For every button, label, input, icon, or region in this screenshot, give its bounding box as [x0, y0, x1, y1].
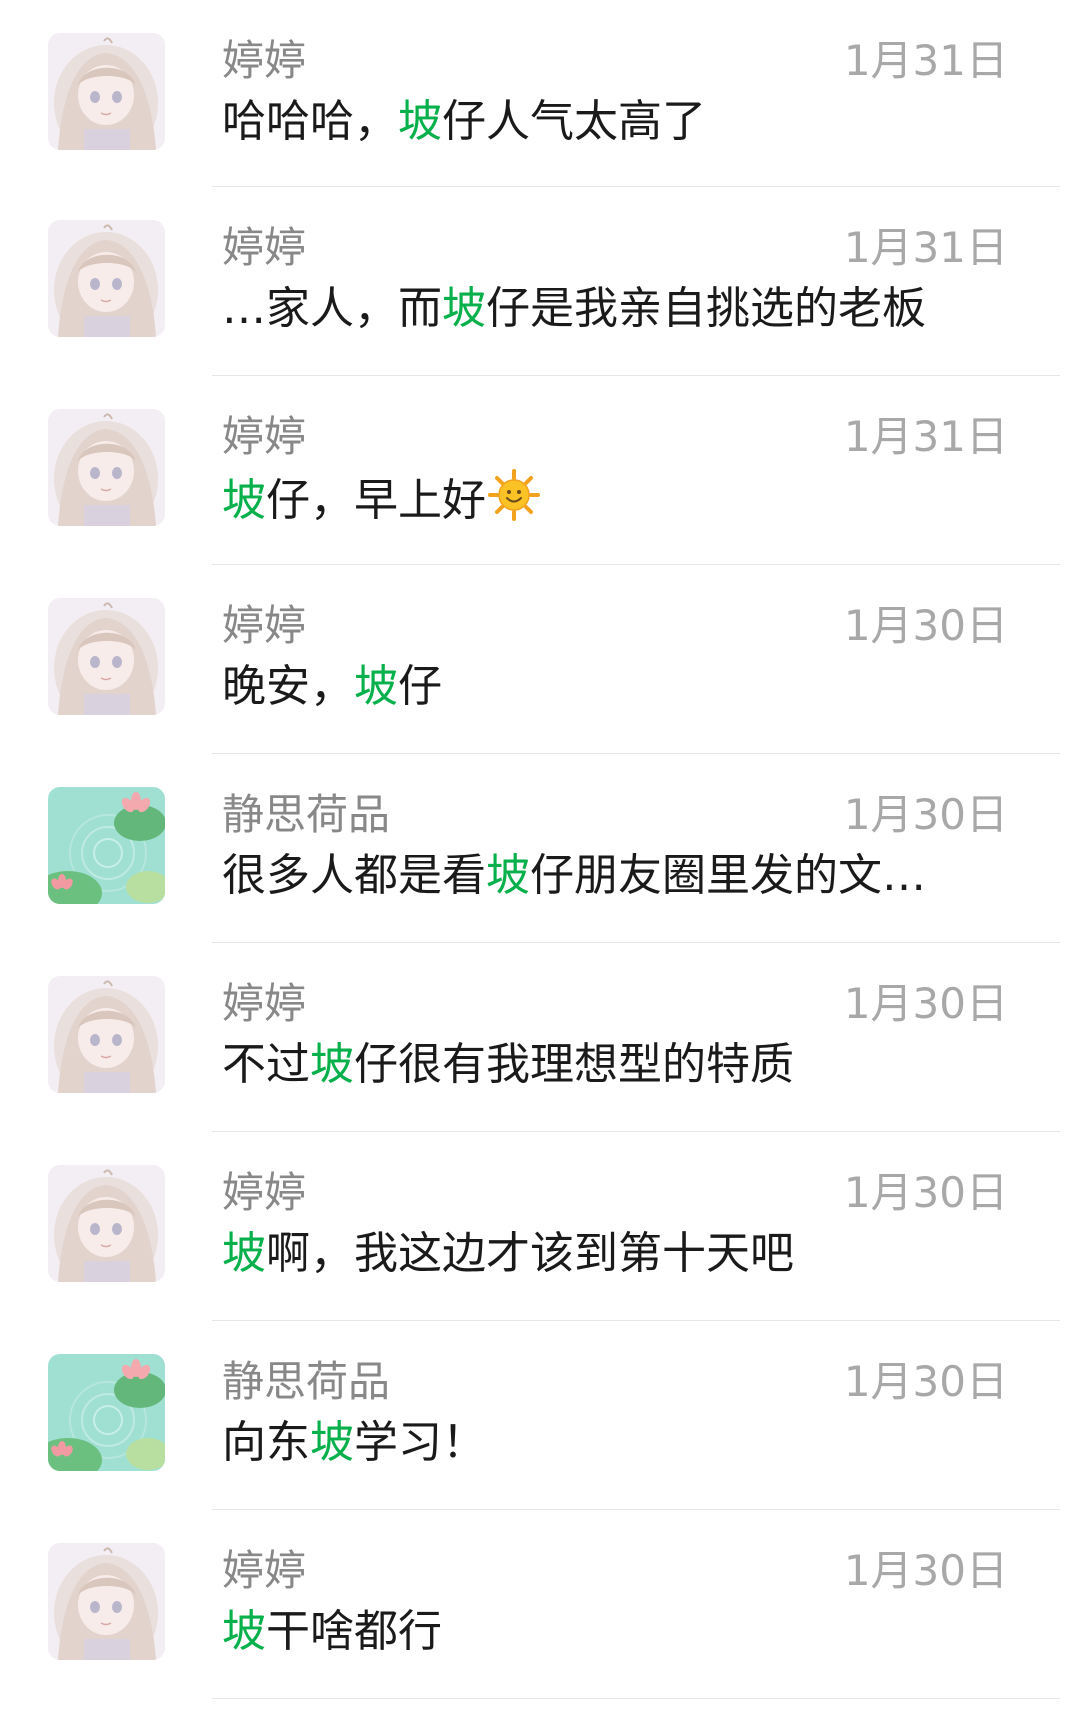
- snippet-text-after: 仔，早上好: [266, 475, 486, 526]
- message-date: 1月30日: [843, 1357, 1008, 1406]
- message-snippet: …家人，而坡仔是我亲自挑选的老板: [222, 280, 926, 338]
- sender-name: 静思荷品: [222, 790, 391, 839]
- snippet-text-before: 向东: [222, 1417, 310, 1468]
- chat-result-row[interactable]: 婷婷 1月31日 …家人，而坡仔是我亲自挑选的老板: [0, 187, 1080, 376]
- snippet-text-before: 不过: [222, 1039, 310, 1090]
- search-keyword-highlight: 坡: [398, 96, 442, 147]
- snippet-text-after: 学习！: [354, 1417, 486, 1468]
- search-keyword-highlight: 坡: [354, 661, 398, 712]
- snippet-text-after: 干啥都行: [266, 1606, 442, 1657]
- snippet-text-before: 哈哈哈，: [222, 96, 398, 147]
- search-keyword-highlight: 坡: [222, 1606, 266, 1657]
- snippet-text-after: 仔很有我理想型的特质: [354, 1039, 794, 1090]
- chat-result-row[interactable]: 婷婷 1月30日 坡啊，我这边才该到第十天吧: [0, 1132, 1080, 1321]
- sun-with-face-icon: [488, 469, 540, 536]
- snippet-text-after: 仔是我亲自挑选的老板: [486, 283, 926, 334]
- snippet-text-after: 仔: [398, 661, 442, 712]
- message-date: 1月31日: [843, 412, 1008, 461]
- girl-avatar-icon[interactable]: [48, 1543, 165, 1660]
- message-snippet: 哈哈哈，坡仔人气太高了: [222, 93, 706, 151]
- search-keyword-highlight: 坡: [442, 283, 486, 334]
- snippet-text-after: 啊，我这边才该到第十天吧: [266, 1228, 794, 1279]
- message-snippet: 很多人都是看坡仔朋友圈里发的文…: [222, 847, 926, 905]
- chat-result-row[interactable]: 婷婷 1月31日坡仔，早上好: [0, 376, 1080, 565]
- snippet-text-before: …家人，而: [222, 283, 442, 334]
- search-keyword-highlight: 坡: [310, 1417, 354, 1468]
- message-date: 1月30日: [843, 979, 1008, 1028]
- girl-avatar-icon[interactable]: [48, 409, 165, 526]
- message-snippet: 不过坡仔很有我理想型的特质: [222, 1036, 794, 1094]
- girl-avatar-icon[interactable]: [48, 598, 165, 715]
- snippet-text-before: 很多人都是看: [222, 850, 486, 901]
- chat-result-row[interactable]: 静思荷品 1月30日向东坡学习！: [0, 1321, 1080, 1510]
- girl-avatar-icon[interactable]: [48, 976, 165, 1093]
- message-date: 1月30日: [843, 1168, 1008, 1217]
- message-snippet: 坡啊，我这边才该到第十天吧: [222, 1225, 794, 1283]
- lotus-avatar-icon[interactable]: [48, 787, 165, 904]
- girl-avatar-icon[interactable]: [48, 1165, 165, 1282]
- message-date: 1月30日: [843, 1546, 1008, 1595]
- snippet-text-after: 仔人气太高了: [442, 96, 706, 147]
- message-date: 1月31日: [843, 223, 1008, 272]
- search-keyword-highlight: 坡: [222, 1228, 266, 1279]
- chat-result-row[interactable]: 婷婷 1月30日 不过坡仔很有我理想型的特质: [0, 943, 1080, 1132]
- message-snippet: 坡干啥都行: [222, 1603, 442, 1661]
- search-keyword-highlight: 坡: [310, 1039, 354, 1090]
- search-results-list: 婷婷 1月31日 哈哈哈，坡仔人气太高了 婷婷 1月31日 …家人，而坡仔是我亲自挑选的…: [0, 0, 1080, 1699]
- search-keyword-highlight: 坡: [222, 475, 266, 526]
- chat-result-row[interactable]: 婷婷 1月30日晚安，坡仔: [0, 565, 1080, 754]
- row-divider: [212, 1698, 1060, 1699]
- lotus-avatar-icon[interactable]: [48, 1354, 165, 1471]
- sender-name: 婷婷: [222, 223, 307, 272]
- sender-name: 婷婷: [222, 1168, 307, 1217]
- sender-name: 婷婷: [222, 412, 307, 461]
- search-keyword-highlight: 坡: [486, 850, 530, 901]
- message-snippet: 坡仔，早上好: [222, 469, 540, 536]
- message-date: 1月31日: [843, 36, 1008, 85]
- girl-avatar-icon[interactable]: [48, 220, 165, 337]
- sender-name: 婷婷: [222, 601, 307, 650]
- sender-name: 婷婷: [222, 1546, 307, 1595]
- message-snippet: 向东坡学习！: [222, 1414, 486, 1472]
- girl-avatar-icon[interactable]: [48, 33, 165, 150]
- chat-result-row[interactable]: 婷婷 1月30日坡干啥都行: [0, 1510, 1080, 1699]
- sender-name: 静思荷品: [222, 1357, 391, 1406]
- message-snippet: 晚安，坡仔: [222, 658, 442, 716]
- chat-result-row[interactable]: 静思荷品 1月30日很多人都是看坡仔朋友圈里发的文…: [0, 754, 1080, 943]
- message-date: 1月30日: [843, 601, 1008, 650]
- chat-result-row[interactable]: 婷婷 1月31日哈哈哈，坡仔人气太高了: [0, 0, 1080, 187]
- snippet-text-after: 仔朋友圈里发的文…: [530, 850, 926, 901]
- sender-name: 婷婷: [222, 979, 307, 1028]
- sender-name: 婷婷: [222, 36, 307, 85]
- message-date: 1月30日: [843, 790, 1008, 839]
- snippet-text-before: 晚安，: [222, 661, 354, 712]
